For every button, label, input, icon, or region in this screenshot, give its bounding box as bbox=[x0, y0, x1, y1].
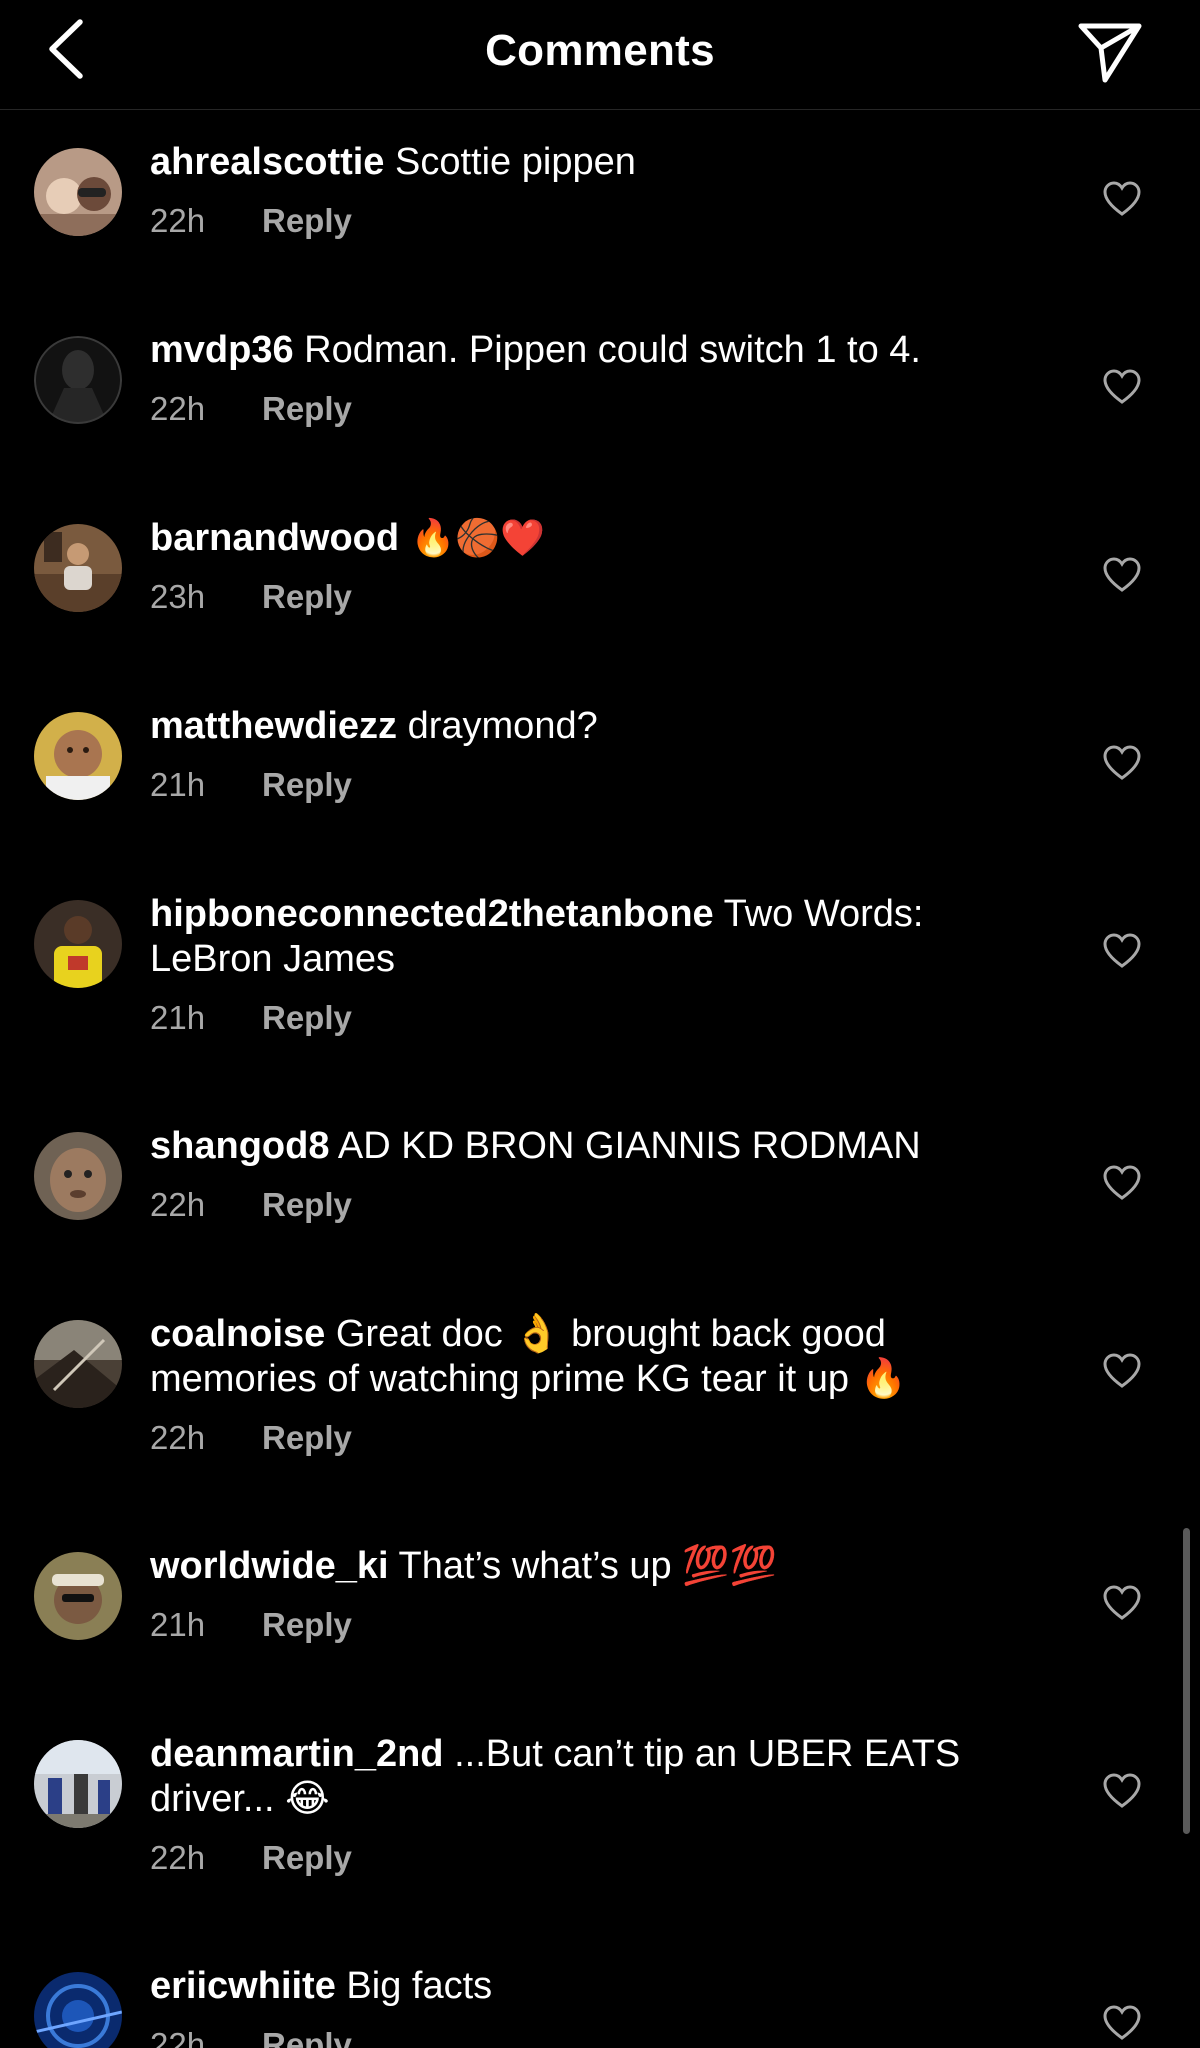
like-heart-icon[interactable] bbox=[1102, 180, 1142, 218]
comment-item: coalnoise Great doc 👌 brought back good … bbox=[0, 1282, 1200, 1514]
comment-text: 🔥🏀❤️ bbox=[399, 518, 546, 559]
page-title: Comments bbox=[485, 26, 715, 75]
comment-time: 22h bbox=[150, 1186, 206, 1223]
comment-username[interactable]: barnandwood bbox=[150, 517, 399, 559]
like-heart-icon[interactable] bbox=[1102, 932, 1142, 970]
avatar[interactable] bbox=[34, 1740, 122, 1828]
reply-button[interactable]: Reply bbox=[262, 765, 352, 805]
avatar[interactable] bbox=[34, 1320, 122, 1408]
comment-item: mvdp36 Rodman. Pippen could switch 1 to … bbox=[0, 298, 1200, 486]
like-heart-icon[interactable] bbox=[1102, 1164, 1142, 1202]
comment-item: matthewdiezz draymond? 21h Reply bbox=[0, 674, 1200, 862]
comment-username[interactable]: worldwide_ki bbox=[150, 1545, 389, 1587]
comment-username[interactable]: ahrealscottie bbox=[150, 141, 384, 183]
avatar[interactable] bbox=[34, 148, 122, 236]
reply-button[interactable]: Reply bbox=[262, 2025, 352, 2048]
comments-list[interactable]: ahrealscottie Scottie pippen 22h Reply mv… bbox=[0, 110, 1200, 2048]
comment-item: deanmartin_2nd ...But can’t tip an UBER … bbox=[0, 1702, 1200, 1934]
avatar[interactable] bbox=[34, 1552, 122, 1640]
comment-text: Scottie pippen bbox=[384, 141, 636, 183]
reply-button[interactable]: Reply bbox=[262, 577, 352, 617]
avatar[interactable] bbox=[34, 1972, 122, 2048]
like-heart-icon[interactable] bbox=[1102, 556, 1142, 594]
comment-time: 22h bbox=[150, 1419, 206, 1456]
comment-text: That’s what’s up 💯💯 bbox=[388, 1545, 777, 1587]
comment-time: 22h bbox=[150, 202, 206, 239]
like-heart-icon[interactable] bbox=[1102, 1772, 1142, 1810]
paper-plane-icon bbox=[1078, 23, 1142, 83]
comment-username[interactable]: hipboneconnected2thetanbone bbox=[150, 893, 714, 935]
comment-time: 21h bbox=[150, 766, 206, 803]
comment-item: hipboneconnected2thetanbone Two Words: L… bbox=[0, 862, 1200, 1094]
comment-time: 21h bbox=[150, 999, 206, 1036]
like-heart-icon[interactable] bbox=[1102, 368, 1142, 406]
share-button[interactable] bbox=[1075, 16, 1145, 86]
comment-username[interactable]: matthewdiezz bbox=[150, 705, 397, 747]
avatar[interactable] bbox=[34, 524, 122, 612]
like-heart-icon[interactable] bbox=[1102, 2004, 1142, 2042]
comment-username[interactable]: shangod8 bbox=[150, 1125, 329, 1167]
comment-text: AD KD BRON GIANNIS RODMAN bbox=[329, 1125, 921, 1167]
comment-text: Rodman. Pippen could switch 1 to 4. bbox=[293, 329, 921, 371]
avatar[interactable] bbox=[34, 712, 122, 800]
comment-username[interactable]: mvdp36 bbox=[150, 329, 294, 371]
reply-button[interactable]: Reply bbox=[262, 1418, 352, 1458]
avatar[interactable] bbox=[34, 900, 122, 988]
comment-username[interactable]: deanmartin_2nd bbox=[150, 1733, 444, 1775]
like-heart-icon[interactable] bbox=[1102, 744, 1142, 782]
comment-time: 22h bbox=[150, 1839, 206, 1876]
avatar[interactable] bbox=[34, 1132, 122, 1220]
reply-button[interactable]: Reply bbox=[262, 1185, 352, 1225]
top-bar: Comments bbox=[0, 0, 1200, 110]
reply-button[interactable]: Reply bbox=[262, 1605, 352, 1645]
avatar[interactable] bbox=[34, 336, 122, 424]
reply-button[interactable]: Reply bbox=[262, 201, 352, 241]
like-heart-icon[interactable] bbox=[1102, 1584, 1142, 1622]
comment-username[interactable]: eriicwhiite bbox=[150, 1965, 336, 2007]
comment-time: 21h bbox=[150, 1606, 206, 1643]
scrollbar[interactable] bbox=[1183, 1528, 1190, 1834]
comment-item: ahrealscottie Scottie pippen 22h Reply bbox=[0, 110, 1200, 298]
comment-item: barnandwood 🔥🏀❤️ 23h Reply bbox=[0, 486, 1200, 674]
reply-button[interactable]: Reply bbox=[262, 389, 352, 429]
comment-time: 23h bbox=[150, 578, 206, 615]
like-heart-icon[interactable] bbox=[1102, 1352, 1142, 1390]
comment-time: 22h bbox=[150, 390, 206, 427]
comment-item: shangod8 AD KD BRON GIANNIS RODMAN 22h Re… bbox=[0, 1094, 1200, 1282]
reply-button[interactable]: Reply bbox=[262, 998, 352, 1038]
comment-item: worldwide_ki That’s what’s up 💯💯 21h Repl… bbox=[0, 1514, 1200, 1702]
comment-item: eriicwhiite Big facts 22h Reply bbox=[0, 1934, 1200, 2048]
reply-button[interactable]: Reply bbox=[262, 1838, 352, 1878]
comment-time: 22h bbox=[150, 2026, 206, 2048]
comment-username[interactable]: coalnoise bbox=[150, 1313, 325, 1355]
comment-text: Big facts bbox=[335, 1965, 493, 2007]
comment-text: draymond? bbox=[397, 705, 598, 747]
